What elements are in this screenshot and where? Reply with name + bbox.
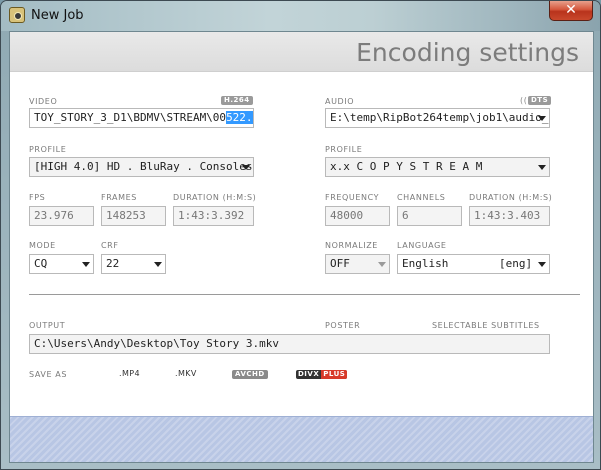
audio-label: AUDIO xyxy=(325,97,355,106)
chevron-down-icon xyxy=(154,262,162,267)
client-area: Encoding settings VIDEO H.264 TOY_STORY_… xyxy=(9,31,594,463)
subtitles-label: SELECTABLE SUBTITLES xyxy=(432,321,540,330)
chevron-down-icon xyxy=(82,262,90,267)
video-duration-label: DURATION (H:M:S) xyxy=(173,193,257,202)
video-label: VIDEO xyxy=(29,97,58,106)
title-bar[interactable]: New Job ✕ xyxy=(1,1,600,31)
close-button[interactable]: ✕ xyxy=(549,1,593,21)
chevron-down-icon xyxy=(538,262,546,267)
video-profile-select[interactable]: [HIGH 4.0] HD . BluRay . Consoles xyxy=(29,157,254,177)
save-as-label: SAVE AS xyxy=(29,370,68,379)
language-name: English xyxy=(402,257,449,270)
chevron-down-icon xyxy=(378,262,386,267)
normalize-select[interactable]: OFF xyxy=(325,254,390,274)
audio-duration-field[interactable]: 1:43:3.403 xyxy=(469,206,550,226)
normalize-label: NORMALIZE xyxy=(325,241,378,250)
settings-panel: VIDEO H.264 TOY_STORY_3_D1\BDMV\STREAM\0… xyxy=(10,73,593,416)
save-mkv-button[interactable]: .MKV xyxy=(175,369,197,378)
video-duration-field[interactable]: 1:43:3.392 xyxy=(173,206,254,226)
mode-select[interactable]: CQ xyxy=(29,254,94,274)
video-source-selected: 522.m2ts xyxy=(226,111,253,124)
audio-source-select[interactable]: E:\temp\RipBot264temp\job1\audio_1 xyxy=(325,108,550,128)
chevron-down-icon xyxy=(538,116,546,121)
app-icon xyxy=(9,7,25,23)
language-code: [eng] xyxy=(499,257,533,270)
fps-label: FPS xyxy=(29,193,46,202)
chevron-down-icon xyxy=(242,165,250,170)
footer-band xyxy=(10,416,593,462)
save-avchd-button[interactable]: AVCHD xyxy=(232,370,268,379)
poster-label: POSTER xyxy=(325,321,361,330)
crf-label: CRF xyxy=(101,241,119,250)
speaker-icon: (( xyxy=(520,96,528,105)
divx-text: DIVX xyxy=(298,370,320,378)
language-select[interactable]: English [eng] xyxy=(397,254,550,274)
window-title: New Job xyxy=(31,8,84,23)
video-source-field[interactable]: TOY_STORY_3_D1\BDMV\STREAM\00522.m2ts xyxy=(29,108,254,128)
crf-value: 22 xyxy=(106,257,120,270)
page-title: Encoding settings xyxy=(356,38,579,67)
save-mp4-button[interactable]: .MP4 xyxy=(119,369,140,378)
channels-field[interactable]: 6 xyxy=(397,206,462,226)
fps-field[interactable]: 23.976 xyxy=(29,206,94,226)
frames-field[interactable]: 148253 xyxy=(101,206,166,226)
video-source-path: TOY_STORY_3_D1\BDMV\STREAM\00 xyxy=(34,111,227,124)
save-divx-plus-button[interactable]: DIVX PLUS xyxy=(296,370,348,379)
frequency-label: FREQUENCY xyxy=(325,193,380,202)
h264-badge: H.264 xyxy=(221,96,253,105)
dts-badge: DTS xyxy=(528,96,552,105)
plus-text: PLUS xyxy=(321,370,348,379)
output-label: OUTPUT xyxy=(29,321,66,330)
mode-value: CQ xyxy=(34,257,48,270)
normalize-value: OFF xyxy=(330,257,350,270)
divider xyxy=(29,294,580,295)
video-profile-value: [HIGH 4.0] HD . BluRay . Consoles xyxy=(34,160,253,173)
language-label: LANGUAGE xyxy=(397,241,447,250)
header-band: Encoding settings xyxy=(10,32,593,72)
chevron-down-icon xyxy=(538,165,546,170)
output-path-field[interactable]: C:\Users\Andy\Desktop\Toy Story 3.mkv xyxy=(29,334,550,354)
audio-duration-label: DURATION (H:M:S) xyxy=(469,193,553,202)
audio-profile-select[interactable]: x.x C O P Y S T R E A M xyxy=(325,157,550,177)
frames-label: FRAMES xyxy=(101,193,137,202)
frequency-field[interactable]: 48000 xyxy=(325,206,390,226)
channels-label: CHANNELS xyxy=(397,193,446,202)
audio-profile-value: x.x C O P Y S T R E A M xyxy=(330,160,483,173)
mode-label: MODE xyxy=(29,241,56,250)
audio-profile-label: PROFILE xyxy=(325,145,363,154)
video-profile-label: PROFILE xyxy=(29,145,67,154)
crf-select[interactable]: 22 xyxy=(101,254,166,274)
audio-source-path: E:\temp\RipBot264temp\job1\audio_1 xyxy=(330,111,550,124)
window: New Job ✕ Encoding settings VIDEO H.264 … xyxy=(0,0,601,470)
